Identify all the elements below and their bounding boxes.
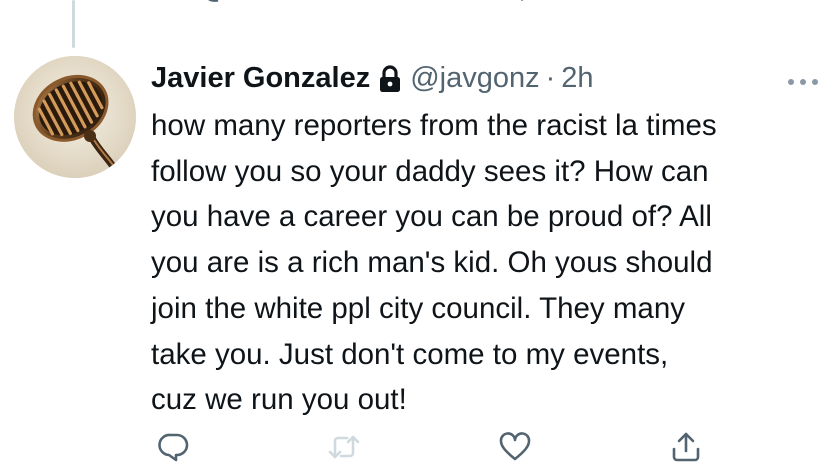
tweet-text-line: cuz we run you out! — [151, 383, 407, 417]
retweet-icon[interactable] — [325, 0, 361, 6]
header-separator: · — [545, 61, 556, 94]
tweet-text-line: join the white ppl city council. They ma… — [151, 291, 685, 325]
tweet-text-line: follow you so your daddy sees it? How ca… — [151, 154, 709, 188]
avatar[interactable] — [14, 56, 136, 178]
vintage-microphone-avatar-icon — [14, 56, 136, 178]
share-icon[interactable] — [680, 0, 714, 6]
author-display-name[interactable]: Javier Gonzalez — [151, 62, 370, 95]
share-button[interactable] — [669, 430, 703, 464]
share-icon — [672, 432, 700, 462]
retweet-button[interactable] — [327, 430, 361, 464]
retweet-icon — [328, 435, 360, 459]
tweet-text-line: you are is a rich man's kid. Oh yous sho… — [151, 246, 713, 280]
tweet-header: Javier Gonzalez @javgonz · 2h — [151, 60, 594, 96]
reply-icon[interactable] — [198, 0, 232, 6]
tweet-text: how many reporters from the racist la ti… — [151, 103, 821, 423]
tweet-text-line: how many reporters from the racist la ti… — [151, 109, 717, 142]
thread-connector-line — [72, 0, 75, 48]
heart-icon — [499, 432, 531, 461]
tweet-timestamp[interactable]: 2h — [561, 62, 593, 95]
lock-icon — [378, 65, 402, 93]
heart-icon[interactable] — [505, 0, 539, 6]
reply-icon — [158, 433, 189, 462]
more-icon[interactable] — [786, 74, 820, 85]
previous-tweet-action-bar — [0, 0, 832, 6]
reply-button[interactable] — [156, 430, 190, 464]
tweet-text-line: you have a career you can be proud of? A… — [151, 200, 712, 234]
like-button[interactable] — [498, 430, 532, 464]
author-handle[interactable]: @javgonz — [410, 62, 539, 95]
tweet-text-line: take you. Just don't come to my events, — [151, 337, 669, 371]
